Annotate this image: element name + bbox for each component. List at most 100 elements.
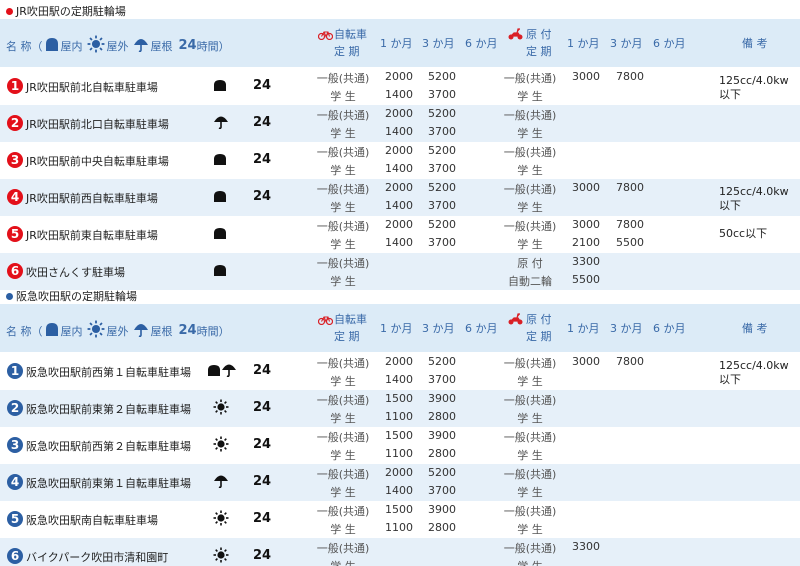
indoor-icon [213,264,227,279]
bicycle-1month-student: 1400 [385,236,413,249]
bicycle-3month-student: 3700 [428,236,456,249]
moped-category-student: 学 生 [517,486,543,499]
moped-1month-student: 2100 [572,236,600,249]
outdoor-icon [213,399,229,418]
facility-row: 6 バイクパーク吹田市清和園町 24 一般(共通) 学 生 一般(共通) 学 生… [0,538,800,566]
section-bullet-icon [6,7,13,15]
bicycle-category-general: 一般(共通) [316,431,370,444]
section-title: JR吹田駅の定期駐輪場 [6,4,126,18]
bicycle-3month-general: 5200 [428,181,456,194]
bicycle-3month-general: 3900 [428,429,456,442]
coverage-icons [213,114,229,132]
row-number-badge: 6 [7,548,23,564]
moped-category-student: 学 生 [500,558,560,566]
row-number-badge: 3 [7,437,23,453]
moped-3month-general: 7800 [616,355,644,368]
moped-category-student: 学 生 [517,523,543,536]
section-title-text: JR吹田駅の定期駐輪場 [16,5,126,18]
moped-header-line2: 定 期 [526,45,552,58]
bicycle-category-general: 一般(共通) [316,72,370,85]
hours-legend-label: 時間） [196,39,230,53]
bicycle-category-general: 一般(共通) [316,220,370,233]
facility-name: 阪急吹田駅前東第１自転車駐車場 [26,477,191,490]
row-number-badge: 2 [7,400,23,416]
section-title: 阪急吹田駅の定期駐輪場 [6,289,137,303]
bicycle-3month-student: 3700 [428,162,456,175]
bicycle-header-line1: 自転車 [334,28,367,41]
bicycle-1month-general: 2000 [385,70,413,83]
facility-name: 阪急吹田駅前東第２自転車駐車場 [26,403,191,416]
coverage-icons [213,473,229,491]
row-number-badge: 1 [7,363,23,379]
moped-1month-student: 5500 [572,273,600,286]
bicycle-category-general: 一般(共通) [316,183,370,196]
outdoor-legend-label: 屋外 [106,39,129,53]
open-hours: 24 [253,115,272,130]
row-number-badge: 5 [7,226,23,242]
indoor-icon [213,190,227,205]
facility-name: 阪急吹田駅南自転車駐車場 [26,514,158,527]
bicycle-3month-general: 5200 [428,355,456,368]
facility-name: JR吹田駅前中央自転車駐車場 [26,155,169,168]
open-hours: 24 [253,548,272,563]
moped-category-general: 一般(共通) [503,72,557,85]
moped-category-student: 学 生 [517,90,543,103]
indoor-icon [207,364,221,379]
moped-3month-student: 5500 [616,236,644,249]
bicycle-1month-general: 2000 [385,355,413,368]
remarks-note: 125cc/4.0kw 以下 [719,74,789,101]
indoor-legend-icon [45,322,59,339]
bicycle-3month-general: 5200 [428,144,456,157]
moped-category-general: 一般(共通) [503,505,557,518]
roof-icon [221,362,237,380]
indoor-legend-icon [45,37,59,54]
open-hours: 24 [253,474,272,489]
indoor-icon [213,153,227,168]
roof-legend-icon [133,36,149,55]
bicycle-6month-header: 6 か月 [465,322,498,335]
coverage-icons [213,436,229,454]
moped-category-student: 学 生 [517,412,543,425]
outdoor-icon [213,547,229,566]
bicycle-1month-student: 1100 [385,521,413,534]
remarks-header: 備 考 [742,322,768,335]
roof-legend-label: 屋根 [150,39,173,53]
section-title-text: 阪急吹田駅の定期駐輪場 [16,290,137,303]
facility-row: 3 JR吹田駅前中央自転車駐車場 24 一般(共通) 学 生 2000 5200… [0,142,800,179]
row-number-badge: 4 [7,189,23,205]
row-number-badge: 1 [7,78,23,94]
moped-category-student: 学 生 [517,449,543,462]
open-hours: 24 [253,437,272,452]
bicycle-category-student: 学 生 [330,127,356,140]
open-hours: 24 [253,189,272,204]
moped-category-student: 学 生 [517,238,543,251]
bicycle-icon [317,29,334,43]
moped-header-line1: 原 付 [526,313,552,326]
bicycle-3month-general: 5200 [428,466,456,479]
bicycle-3month-student: 3700 [428,88,456,101]
bicycle-category-student: 学 生 [330,238,356,251]
facility-name: JR吹田駅前東自転車駐車場 [26,229,158,242]
hours-legend-value: 24 [178,323,197,338]
outdoor-icon [213,510,229,529]
coverage-icons [213,399,229,417]
outdoor-icon [213,436,229,455]
moped-category-general: 一般(共通) [503,146,557,159]
facility-row: 2 阪急吹田駅前東第２自転車駐車場 24 一般(共通) 学 生 1500 390… [0,390,800,427]
moped-category-student: 学 生 [517,201,543,214]
moped-category-general: 一般(共通) [503,468,557,481]
bicycle-1month-student: 1400 [385,199,413,212]
bicycle-category-student: 学 生 [330,201,356,214]
remarks-header: 備 考 [742,37,768,50]
bicycle-1month-general: 2000 [385,107,413,120]
bicycle-1month-general: 2000 [385,144,413,157]
moped-category-general: 一般(共通) [503,394,557,407]
hours-legend-value: 24 [178,38,197,53]
bicycle-category-student: 学 生 [330,275,356,288]
bicycle-3month-general: 3900 [428,503,456,516]
bicycle-category-student: 学 生 [330,90,356,103]
facility-name: JR吹田駅前北口自転車駐車場 [26,118,169,131]
bicycle-1month-general: 2000 [385,466,413,479]
bicycle-1month-student: 1400 [385,125,413,138]
bicycle-1month-general: 1500 [385,392,413,405]
